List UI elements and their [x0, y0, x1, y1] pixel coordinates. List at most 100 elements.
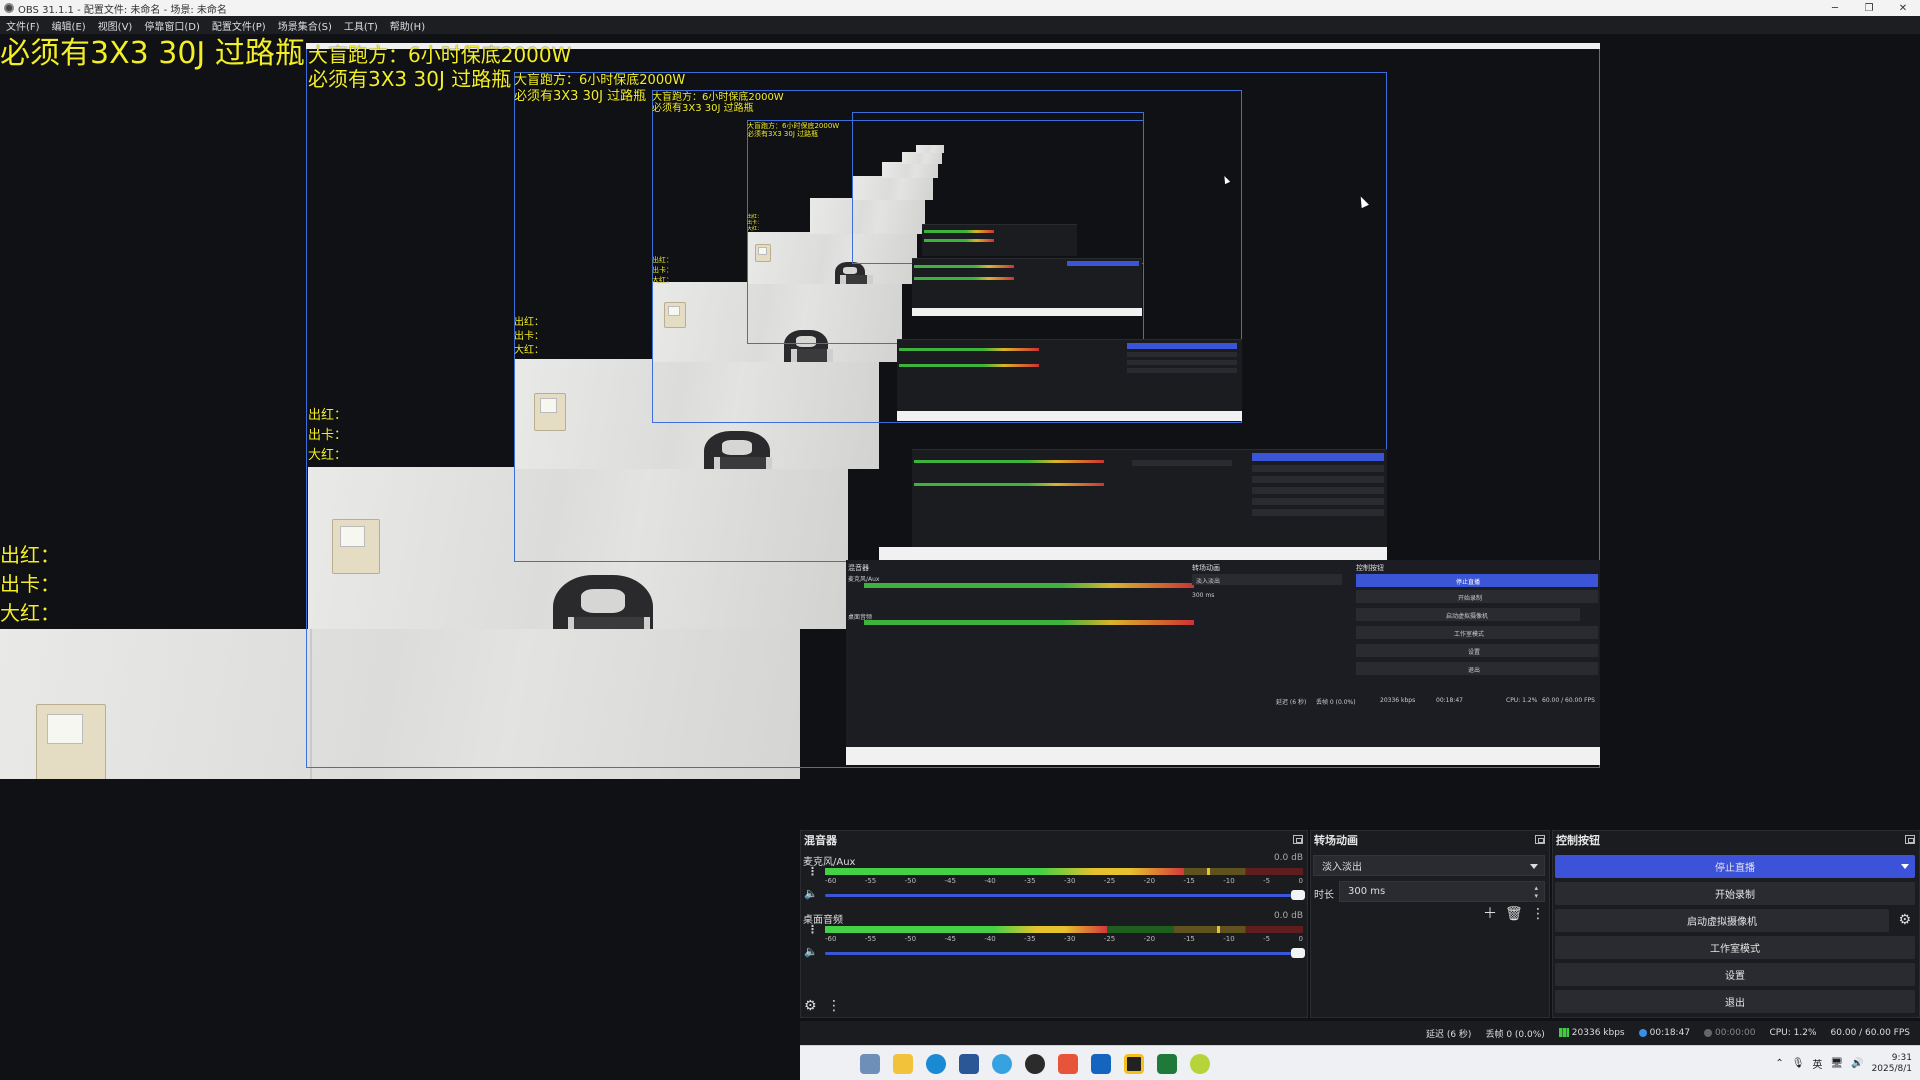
- clock[interactable]: 9:31 2025/8/1: [1872, 1053, 1912, 1075]
- plus-icon[interactable]: ＋: [1483, 907, 1497, 921]
- tick: -25: [1103, 877, 1116, 885]
- settings-button[interactable]: 设置: [1555, 963, 1915, 986]
- start-record-button[interactable]: 开始录制: [1555, 882, 1915, 905]
- tick: -50: [904, 877, 917, 885]
- clock-time: 9:31: [1891, 1052, 1912, 1063]
- float-icon[interactable]: [1293, 835, 1303, 844]
- menu-view[interactable]: 视图(V): [98, 18, 133, 33]
- transition-type: 淡入淡出: [1322, 862, 1362, 873]
- duration-input[interactable]: 300 ms ▴ ▾: [1339, 881, 1545, 902]
- stream-icon: [1638, 1028, 1647, 1037]
- nested4-overlay-line2: 必须有3X3 30J 过路瓶: [747, 130, 819, 138]
- volume-meter-mic: [825, 868, 1303, 875]
- kebab-icon[interactable]: ⋮: [807, 865, 818, 878]
- trash-icon[interactable]: 🗑: [1505, 907, 1523, 921]
- nested-status-cpu: CPU: 1.2%: [1506, 697, 1538, 704]
- stop-stream-button[interactable]: 停止直播: [1555, 855, 1915, 878]
- kebab-icon[interactable]: ⋮: [807, 923, 818, 936]
- volume-slider-mic[interactable]: [825, 890, 1305, 900]
- studio-mode-button[interactable]: 工作室模式: [1555, 936, 1915, 959]
- tick: -5: [1263, 935, 1271, 943]
- nested-taskbar-4: [912, 308, 1142, 316]
- tick: -35: [1024, 935, 1036, 943]
- nested4-overlay-line1: 大盲跑方：6小时保底2000W: [747, 122, 840, 130]
- menu-profile[interactable]: 配置文件(P): [212, 18, 266, 33]
- volume-slider-desktop[interactable]: [825, 948, 1305, 958]
- nested-status-dropped: 丢帧 0 (0.0%): [1316, 699, 1356, 706]
- nested-docks-1: 混音器 麦克风/Aux 桌面音频 转场动画 淡入淡出 300 ms 控制按钮 停…: [846, 560, 1600, 758]
- tick: -30: [1063, 877, 1076, 885]
- store-icon[interactable]: [959, 1054, 979, 1074]
- meter-peak-desktop: [1216, 926, 1220, 933]
- app-icon-blue[interactable]: [1091, 1054, 1111, 1074]
- nested-intercom-1: [332, 519, 380, 574]
- tick: -35: [1024, 877, 1036, 885]
- chevron-down-icon[interactable]: [1901, 864, 1909, 869]
- obs-app-icon: [4, 3, 14, 13]
- app-icon-green[interactable]: [1157, 1054, 1177, 1074]
- menu-docks[interactable]: 停靠窗口(D): [144, 18, 200, 33]
- float-icon[interactable]: [1905, 835, 1915, 844]
- menu-scene-collection[interactable]: 场景集合(S): [278, 18, 332, 33]
- stepper-arrows-icon[interactable]: ▴ ▾: [1534, 884, 1538, 900]
- status-bitrate-group: 20336 kbps: [1558, 1028, 1625, 1038]
- tick: -60: [825, 935, 837, 943]
- close-button[interactable]: ✕: [1886, 0, 1920, 16]
- file-explorer-icon[interactable]: [893, 1054, 913, 1074]
- nested-track-name-1: 麦克风/Aux: [848, 576, 880, 583]
- system-tray: ⌃ 🎙 英 🖥 🔊 9:31 2025/8/1: [1775, 1046, 1912, 1080]
- network-icon[interactable]: 🖥: [1830, 1058, 1843, 1069]
- menu-tools[interactable]: 工具(T): [344, 18, 378, 33]
- gear-icon[interactable]: ⚙: [804, 999, 817, 1013]
- microphone-icon[interactable]: 🎙: [1792, 1058, 1805, 1069]
- window-title: OBS 31.1.1 - 配置文件: 未命名 - 场景: 未命名: [18, 4, 227, 16]
- app-icon-red[interactable]: [1058, 1054, 1078, 1074]
- settings-label: 设置: [1725, 971, 1745, 982]
- chevron-up-icon[interactable]: ⌃: [1775, 1058, 1783, 1069]
- preview-canvas[interactable]: 混音器 麦克风/Aux 桌面音频 转场动画 淡入淡出 300 ms 控制按钮 停…: [0, 34, 1920, 779]
- kebab-icon[interactable]: ⋮: [1531, 907, 1545, 921]
- nested-camera-5: [810, 198, 925, 234]
- kebab-icon[interactable]: ⋮: [827, 999, 841, 1013]
- exit-button[interactable]: 退出: [1555, 990, 1915, 1013]
- clock-date: 2025/8/1: [1871, 1063, 1912, 1074]
- nested2-overlay-line2: 必须有3X3 30J 过路瓶: [514, 89, 647, 104]
- float-icon[interactable]: [1535, 835, 1545, 844]
- speaker-icon[interactable]: 🔊: [1851, 1058, 1863, 1069]
- menu-help[interactable]: 帮助(H): [390, 18, 425, 33]
- slider-handle[interactable]: [1291, 948, 1305, 958]
- input-language[interactable]: 英: [1812, 1056, 1822, 1071]
- obs-window: OBS 31.1.1 - 配置文件: 未命名 - 场景: 未命名 ─ ❐ ✕ 文…: [0, 0, 1920, 1080]
- nested-status-fps: 60.00 / 60.00 FPS: [1542, 697, 1595, 704]
- taskview-icon[interactable]: [860, 1054, 880, 1074]
- nested-intercom-2: [534, 393, 566, 431]
- transition-select[interactable]: 淡入淡出: [1313, 855, 1545, 876]
- camera-source: [0, 629, 800, 779]
- qq-icon[interactable]: [992, 1054, 1012, 1074]
- tick: -40: [984, 877, 996, 885]
- tick: -10: [1223, 935, 1235, 943]
- tick: -20: [1143, 935, 1156, 943]
- status-delay: 延迟 (6 秒): [1425, 1029, 1472, 1040]
- nested-camera-3: [652, 282, 902, 362]
- nested-overlay-line1: 大盲跑方：6小时保底2000W: [308, 43, 572, 67]
- app-icon-yellow[interactable]: [1124, 1054, 1144, 1074]
- obs-taskbar-icon[interactable]: [1025, 1054, 1045, 1074]
- minimize-button[interactable]: ─: [1818, 0, 1852, 16]
- speaker-icon[interactable]: 🔈: [804, 887, 818, 900]
- meter-peak-mic: [1207, 868, 1211, 875]
- nested-overlay-stat2: 出卡：: [308, 428, 348, 443]
- menu-edit[interactable]: 编辑(E): [52, 18, 86, 33]
- tick: -45: [944, 877, 956, 885]
- edge-browser-icon[interactable]: [926, 1054, 946, 1074]
- maximize-button[interactable]: ❐: [1852, 0, 1886, 16]
- nested-overlay-line2: 必须有3X3 30J 过路瓶: [308, 67, 512, 91]
- app-icon-lime[interactable]: [1190, 1054, 1210, 1074]
- nested-chair-2: [704, 431, 773, 469]
- menu-file[interactable]: 文件(F): [6, 18, 40, 33]
- virtual-camera-button[interactable]: 启动虚拟摄像机: [1555, 909, 1889, 932]
- gear-icon[interactable]: ⚙: [1898, 913, 1911, 927]
- speaker-icon[interactable]: 🔈: [804, 945, 818, 958]
- slider-handle[interactable]: [1291, 890, 1305, 900]
- chevron-down-icon: [1530, 863, 1538, 869]
